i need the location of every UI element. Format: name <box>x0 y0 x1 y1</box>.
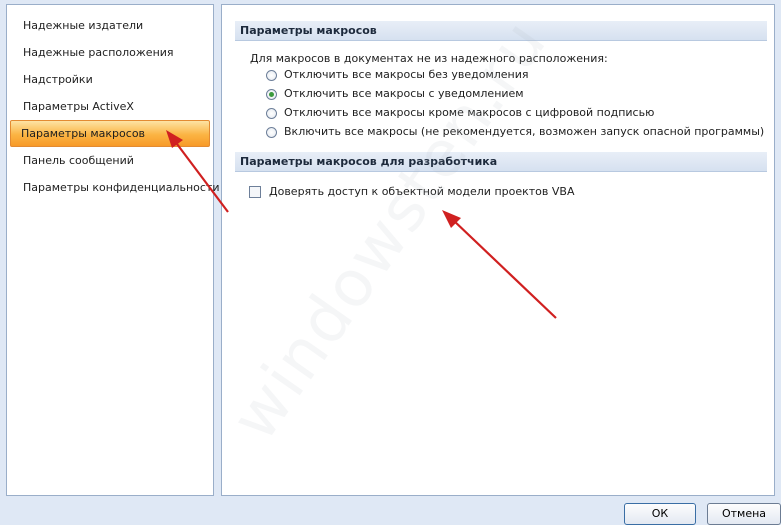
radio-label: Отключить все макросы с уведомлением <box>284 87 524 100</box>
sidebar-item-trusted-locations[interactable]: Надежные расположения <box>10 39 210 66</box>
sidebar-item-activex[interactable]: Параметры ActiveX <box>10 93 210 120</box>
radio-enable-all[interactable]: Включить все макросы (не рекомендуется, … <box>266 123 764 141</box>
vba-trust-option[interactable]: Доверять доступ к объектной модели проек… <box>249 183 574 201</box>
radio-disable-with-notification[interactable]: Отключить все макросы с уведомлением <box>266 85 524 103</box>
sidebar-item-trusted-publishers[interactable]: Надежные издатели <box>10 12 210 39</box>
radio-label: Отключить все макросы кроме макросов с ц… <box>284 106 655 119</box>
radio-label: Отключить все макросы без уведомления <box>284 68 529 81</box>
trust-center-nav: Надежные издатели Надежные расположения … <box>6 4 219 496</box>
radio-button-icon[interactable] <box>266 126 277 138</box>
settings-panel: Параметры макросов Для макросов в докуме… <box>221 4 775 496</box>
vba-trust-checkbox[interactable] <box>249 186 261 198</box>
ok-button[interactable]: ОК <box>624 503 696 525</box>
cancel-button[interactable]: Отмена <box>707 503 781 525</box>
radio-button-icon[interactable] <box>266 69 277 81</box>
radio-button-icon[interactable] <box>266 107 277 119</box>
sidebar-item-privacy[interactable]: Параметры конфиденциальности <box>10 174 219 201</box>
macro-settings-intro: Для макросов в документах не из надежног… <box>250 52 608 65</box>
vba-trust-label: Доверять доступ к объектной модели проек… <box>269 185 575 198</box>
macro-settings-header: Параметры макросов <box>235 21 767 41</box>
sidebar-item-macro-settings[interactable]: Параметры макросов <box>10 120 210 147</box>
developer-settings-header: Параметры макросов для разработчика <box>235 152 767 172</box>
radio-disable-no-notification[interactable]: Отключить все макросы без уведомления <box>266 66 529 84</box>
sidebar-item-addins[interactable]: Надстройки <box>10 66 210 93</box>
radio-disable-except-signed[interactable]: Отключить все макросы кроме макросов с ц… <box>266 104 654 122</box>
radio-button-checked-icon[interactable] <box>266 88 277 100</box>
radio-label: Включить все макросы (не рекомендуется, … <box>284 125 765 138</box>
sidebar-item-message-bar[interactable]: Панель сообщений <box>10 147 210 174</box>
